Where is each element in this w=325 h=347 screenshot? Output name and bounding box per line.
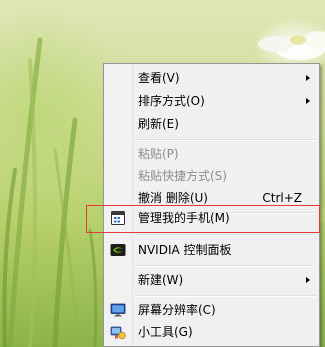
menu-item-new[interactable]: 新建(W)	[107, 269, 316, 291]
menu-separator	[135, 295, 316, 297]
phone-manager-icon	[111, 211, 125, 225]
menu-item-label: 粘贴快捷方式(S)	[138, 169, 227, 183]
menu-item-paste[interactable]: 粘贴(P)	[107, 143, 316, 165]
menu-item-nvidia-control-panel[interactable]: NVIDIA 控制面板	[107, 239, 316, 261]
menu-separator	[135, 234, 316, 236]
menu-separator	[135, 139, 316, 141]
desktop-context-menu: 查看(V) 排序方式(O) 刷新(E) 粘贴(P) 粘贴快捷方式(S) 撤消 删…	[103, 63, 320, 347]
screen-resolution-icon	[110, 303, 126, 317]
submenu-arrow-icon	[306, 75, 310, 81]
menu-item-label: 粘贴(P)	[138, 147, 179, 161]
menu-item-refresh[interactable]: 刷新(E)	[107, 113, 316, 135]
menu-item-label: 小工具(G)	[138, 325, 193, 339]
menu-item-label: 撤消 删除(U)	[138, 191, 208, 205]
menu-item-label: 新建(W)	[138, 273, 184, 287]
submenu-arrow-icon	[306, 98, 310, 104]
menu-item-screen-resolution[interactable]: 屏幕分辨率(C)	[107, 299, 316, 321]
menu-item-manage-my-phone[interactable]: 管理我的手机(M)	[107, 207, 316, 229]
menu-item-gadgets[interactable]: 小工具(G)	[107, 321, 316, 343]
menu-item-label: 刷新(E)	[138, 117, 179, 131]
menu-item-label: 查看(V)	[138, 71, 180, 85]
menu-item-label: 排序方式(O)	[138, 94, 205, 108]
menu-item-label: NVIDIA 控制面板	[138, 243, 232, 257]
menu-item-label: 管理我的手机(M)	[138, 211, 230, 225]
gadgets-icon	[110, 326, 126, 340]
menu-separator	[135, 265, 316, 267]
nvidia-icon	[110, 244, 126, 256]
menu-item-sort-by[interactable]: 排序方式(O)	[107, 90, 316, 112]
menu-item-undo-delete[interactable]: 撤消 删除(U) Ctrl+Z	[107, 187, 316, 209]
menu-item-shortcut: Ctrl+Z	[262, 191, 302, 205]
submenu-arrow-icon	[306, 277, 310, 283]
menu-item-paste-shortcut[interactable]: 粘贴快捷方式(S)	[107, 165, 316, 187]
menu-item-label: 屏幕分辨率(C)	[138, 303, 216, 317]
menu-item-view[interactable]: 查看(V)	[107, 67, 316, 89]
